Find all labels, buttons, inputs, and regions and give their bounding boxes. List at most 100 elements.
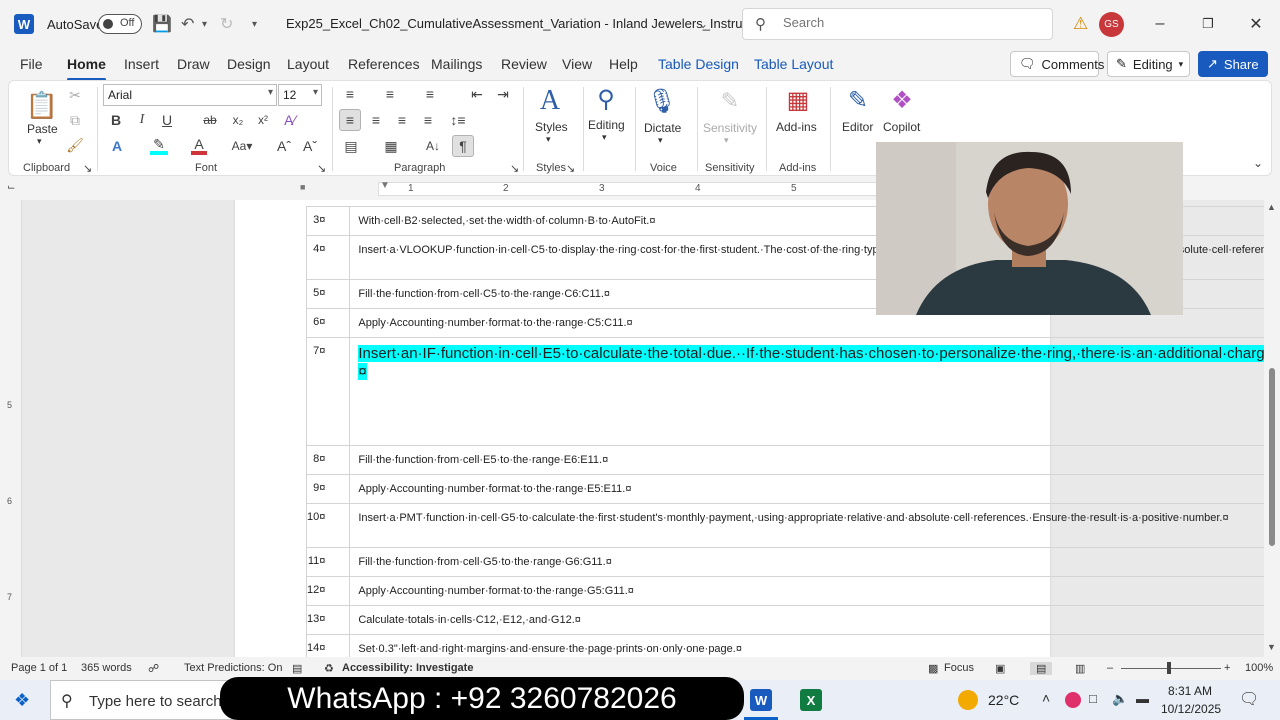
restore-button[interactable]: ❐ — [1193, 10, 1223, 38]
zoom-in-icon[interactable]: + — [1224, 662, 1230, 674]
clipboard-launcher-icon[interactable]: ↘ — [83, 162, 92, 175]
table-row[interactable]: 8¤ Fill·the·function·from·cell·E5·to·the·… — [305, 445, 1280, 475]
left-indent-marker-icon[interactable]: ■ — [300, 182, 305, 192]
bullets-icon[interactable]: ≡ — [341, 85, 359, 103]
warning-icon[interactable]: ⚠ — [1073, 14, 1088, 34]
temperature[interactable]: 22°C — [988, 692, 1019, 708]
underline-icon[interactable]: U — [159, 112, 175, 128]
step-description-cell[interactable]: Set·0.3"·left·and·right·margins·and·ensu… — [349, 634, 1280, 657]
step-description-cell[interactable]: Apply·Accounting·number·format·to·the·ra… — [349, 576, 1280, 606]
save-icon[interactable]: 💾 — [152, 14, 172, 34]
share-button[interactable]: ↗ Share — [1198, 51, 1268, 77]
font-launcher-icon[interactable]: ↘ — [317, 162, 326, 175]
tab-home[interactable]: Home — [67, 56, 106, 81]
step-description-cell[interactable]: Fill·the·function·from·cell·G5·to·the·ra… — [349, 547, 1280, 577]
web-layout-icon[interactable]: ▥ — [1075, 662, 1085, 675]
shading-icon[interactable]: ▤ — [342, 137, 360, 155]
change-case-icon[interactable]: Aa▾ — [231, 137, 253, 155]
increase-indent-icon[interactable]: ⇥ — [494, 85, 512, 103]
font-size-combobox[interactable]: 12 ▾ — [278, 84, 322, 106]
multilevel-list-icon[interactable]: ≡ — [421, 85, 439, 103]
show-formatting-marks-icon[interactable]: ¶ — [452, 135, 474, 157]
weather-sun-icon[interactable] — [958, 690, 978, 710]
step-number-cell[interactable]: 6¤ — [305, 308, 351, 338]
text-predictions-status[interactable]: Text Predictions: On — [184, 662, 282, 674]
copilot-icon[interactable]: ❖ — [887, 85, 917, 115]
step-description-cell[interactable]: Insert·a·PMT·function·in·cell·G5·to·calc… — [349, 503, 1280, 548]
line-spacing-icon[interactable]: ↕≡ — [447, 111, 469, 129]
justify-icon[interactable]: ≡ — [419, 111, 437, 129]
redo-icon[interactable]: ↻ — [220, 14, 233, 34]
paste-icon[interactable]: 📋 — [26, 87, 58, 123]
notifications-icon[interactable]: 🗨 — [1239, 689, 1259, 709]
editing-label[interactable]: Editing — [588, 118, 625, 132]
italic-icon[interactable]: I — [134, 112, 150, 128]
table-row[interactable]: 11¤ Fill·the·function·from·cell·G5·to·the… — [305, 547, 1280, 577]
step-description-cell[interactable]: Insert·an·IF·function·in·cell·E5·to·calc… — [349, 337, 1280, 446]
tab-view[interactable]: View — [562, 56, 592, 72]
tab-mailings[interactable]: Mailings — [431, 56, 482, 72]
windows-start-icon[interactable]: ❖ — [14, 690, 30, 711]
sort-icon[interactable]: A↓ — [423, 137, 443, 155]
read-mode-icon[interactable]: ▣ — [995, 662, 1005, 675]
step-number-cell[interactable]: 11¤ — [305, 547, 351, 577]
editing-mode-button[interactable]: ✎ Editing ▾ — [1107, 51, 1190, 77]
step-number-cell[interactable]: 10¤ — [305, 503, 351, 548]
focus-button[interactable]: Focus — [944, 662, 974, 674]
tab-review[interactable]: Review — [501, 56, 547, 72]
add-ins-label[interactable]: Add-ins — [776, 120, 817, 134]
font-color-icon[interactable]: A — [191, 136, 207, 155]
step-number-cell[interactable]: 8¤ — [305, 445, 351, 475]
undo-icon[interactable]: ↶ — [181, 14, 194, 34]
copy-icon[interactable]: ⧉ — [67, 112, 83, 128]
taskbar-search-placeholder[interactable]: Type here to search — [89, 693, 222, 710]
step-number-cell[interactable]: 4¤ — [305, 235, 351, 280]
paste-dropdown-icon[interactable]: ▾ — [37, 136, 42, 147]
step-description-cell[interactable]: Fill·the·function·from·cell·E5·to·the·ra… — [349, 445, 1280, 475]
table-row[interactable]: 12¤ Apply·Accounting·number·format·to·the… — [305, 576, 1280, 606]
step-number-cell[interactable]: 13¤ — [305, 605, 351, 635]
minimize-button[interactable]: – — [1145, 10, 1175, 38]
zoom-slider[interactable] — [1121, 668, 1221, 669]
tab-insert[interactable]: Insert — [124, 56, 159, 72]
tab-references[interactable]: References — [348, 56, 420, 72]
find-icon[interactable]: ⚲ — [590, 83, 622, 115]
volume-icon[interactable]: 🔈 — [1112, 691, 1128, 707]
tab-table-design[interactable]: Table Design — [658, 56, 739, 72]
subscript-icon[interactable]: x₂ — [230, 112, 246, 128]
dictate-label[interactable]: Dictate — [644, 121, 681, 135]
zoom-out-icon[interactable]: – — [1107, 662, 1113, 674]
bold-icon[interactable]: B — [108, 112, 124, 128]
tab-design[interactable]: Design — [227, 56, 271, 72]
tab-selector-icon[interactable]: ⌙ — [7, 182, 15, 193]
scroll-down-icon[interactable]: ▼ — [1267, 642, 1276, 652]
microphone-icon[interactable]: 🎙 — [647, 85, 677, 117]
highlighted-selection[interactable]: Insert·an·IF·function·in·cell·E5·to·calc… — [358, 345, 1280, 381]
title-chevron-down-icon[interactable]: ⌄ — [698, 17, 708, 31]
styles-icon[interactable]: A — [535, 85, 565, 117]
grow-font-icon[interactable]: Aˆ — [275, 137, 293, 155]
align-right-icon[interactable]: ≡ — [393, 111, 411, 129]
vertical-ruler[interactable]: 5 6 7 — [0, 200, 22, 657]
print-layout-icon[interactable]: ▤ — [1030, 662, 1053, 675]
collapse-ribbon-icon[interactable]: ⌄ — [1250, 155, 1266, 171]
step-number-cell[interactable]: 12¤ — [305, 576, 351, 606]
close-button[interactable]: ✕ — [1241, 10, 1271, 38]
paragraph-launcher-icon[interactable]: ↘ — [510, 162, 519, 175]
text-effects-icon[interactable]: A — [108, 137, 126, 155]
borders-icon[interactable]: ▦ — [382, 137, 400, 155]
comments-button[interactable]: 🗨 Comments — [1010, 51, 1104, 77]
accessibility-status[interactable]: Accessibility: Investigate — [342, 662, 473, 674]
step-number-cell[interactable]: 14¤ — [305, 634, 351, 657]
battery-icon[interactable]: ▬ — [1136, 691, 1149, 706]
customize-qat-icon[interactable]: ▾ — [252, 19, 257, 30]
step-number-cell[interactable]: 3¤ — [305, 206, 351, 236]
styles-launcher-icon[interactable]: ↘ — [566, 162, 575, 175]
step-number-cell[interactable]: 9¤ — [305, 474, 351, 504]
tab-file[interactable]: File — [20, 56, 43, 72]
first-line-indent-icon[interactable]: ▼ — [380, 180, 390, 191]
search-box[interactable]: ⚲ — [742, 8, 1053, 40]
record-icon[interactable] — [1065, 692, 1081, 708]
network-icon[interactable]: □ — [1089, 691, 1097, 706]
search-input[interactable] — [783, 15, 1033, 30]
